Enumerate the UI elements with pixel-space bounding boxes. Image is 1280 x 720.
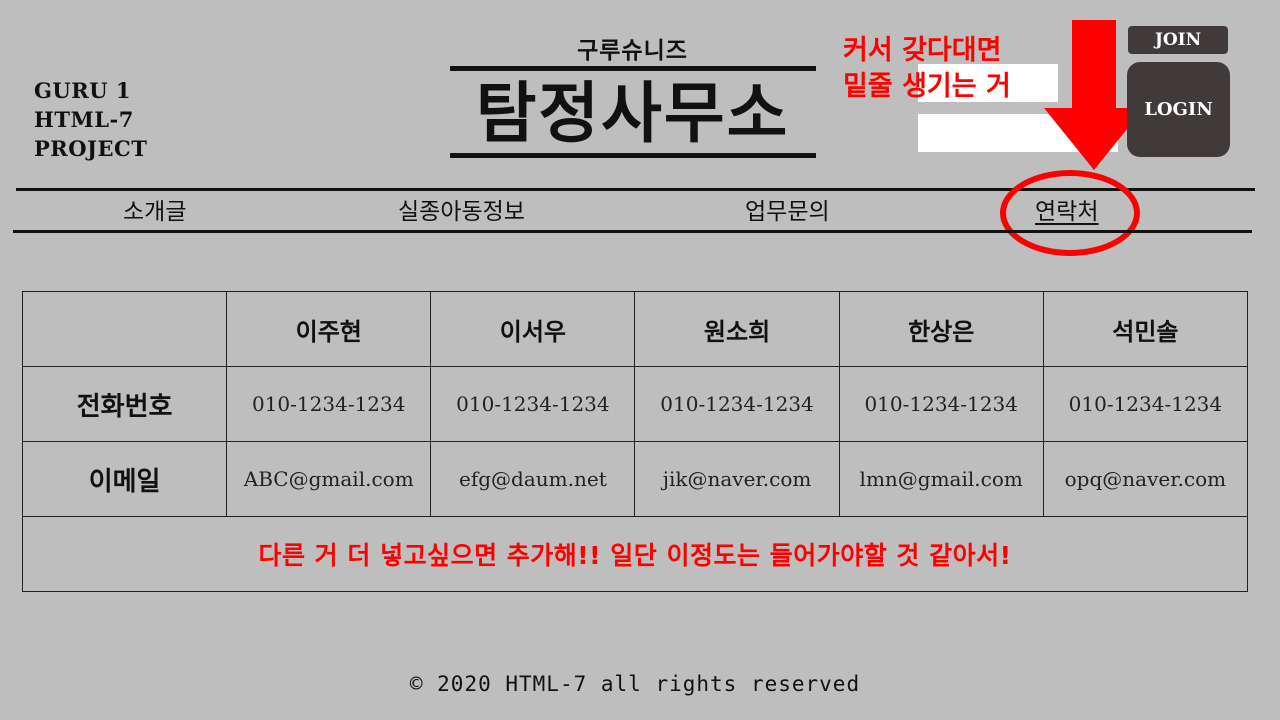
- row-header: 전화번호: [21, 366, 228, 442]
- phone-cell: 010-1234-1234: [1042, 366, 1249, 442]
- project-line: GURU 1: [34, 78, 131, 103]
- annotation-line: 커서 갖다대면: [843, 35, 1002, 66]
- site-subtitle: 구루슈니즈: [577, 38, 688, 64]
- table-row-email: 이메일 ABC@gmail.com efg@daum.net jik@naver…: [21, 441, 1249, 517]
- row-header: 이메일: [21, 441, 228, 517]
- join-button[interactable]: JOIN: [1128, 26, 1228, 54]
- nav-item-inquiry[interactable]: 업무문의: [745, 196, 830, 228]
- hover-underline-annotation: 커서 갖다대면 밑줄 생기는 거: [843, 33, 1011, 105]
- nav-bottom-divider: [13, 230, 1252, 233]
- column-header: 한상은: [838, 291, 1044, 367]
- table-row-note: 다른 거 더 넣고싶으면 추가해!! 일단 이정도는 들어가야할 것 같아서!: [22, 516, 1248, 592]
- column-header: 석민솔: [1042, 291, 1249, 367]
- email-cell: opq@naver.com: [1042, 441, 1249, 517]
- project-label: GURU 1 HTML-7 PROJECT: [34, 76, 147, 163]
- highlight-circle: [1000, 170, 1140, 256]
- phone-cell: 010-1234-1234: [430, 366, 636, 442]
- login-button[interactable]: LOGIN: [1127, 62, 1230, 157]
- phone-cell: 010-1234-1234: [634, 366, 840, 442]
- title-bottom-rule: [450, 153, 816, 158]
- email-cell: jik@naver.com: [634, 441, 840, 517]
- project-line: PROJECT: [34, 136, 148, 161]
- nav-item-missing-children[interactable]: 실종아동정보: [398, 196, 525, 228]
- table-corner-cell: [21, 291, 228, 367]
- annotation-line: 밑줄 생기는 거: [843, 71, 1011, 102]
- table-footnote: 다른 거 더 넣고싶으면 추가해!! 일단 이정도는 들어가야할 것 같아서!: [22, 516, 1248, 592]
- phone-cell: 010-1234-1234: [226, 366, 432, 442]
- email-cell: ABC@gmail.com: [226, 441, 432, 517]
- column-header: 이주현: [226, 291, 432, 367]
- title-top-rule: [450, 66, 816, 71]
- site-title[interactable]: 탐정사무소: [450, 74, 815, 152]
- project-line: HTML-7: [34, 107, 134, 132]
- table-row-phone: 전화번호 010-1234-1234 010-1234-1234 010-123…: [21, 366, 1249, 442]
- email-cell: lmn@gmail.com: [838, 441, 1044, 517]
- contact-table: 이주현 이서우 원소희 한상은 석민솔 전화번호 010-1234-1234 0…: [21, 291, 1249, 592]
- email-cell: efg@daum.net: [430, 441, 636, 517]
- copyright-footer: © 2020 HTML-7 all rights reserved: [409, 672, 861, 696]
- phone-cell: 010-1234-1234: [838, 366, 1044, 442]
- column-header: 원소희: [634, 291, 840, 367]
- column-header: 이서우: [430, 291, 636, 367]
- table-header-row: 이주현 이서우 원소희 한상은 석민솔: [21, 291, 1249, 367]
- nav-item-intro[interactable]: 소개글: [123, 196, 186, 228]
